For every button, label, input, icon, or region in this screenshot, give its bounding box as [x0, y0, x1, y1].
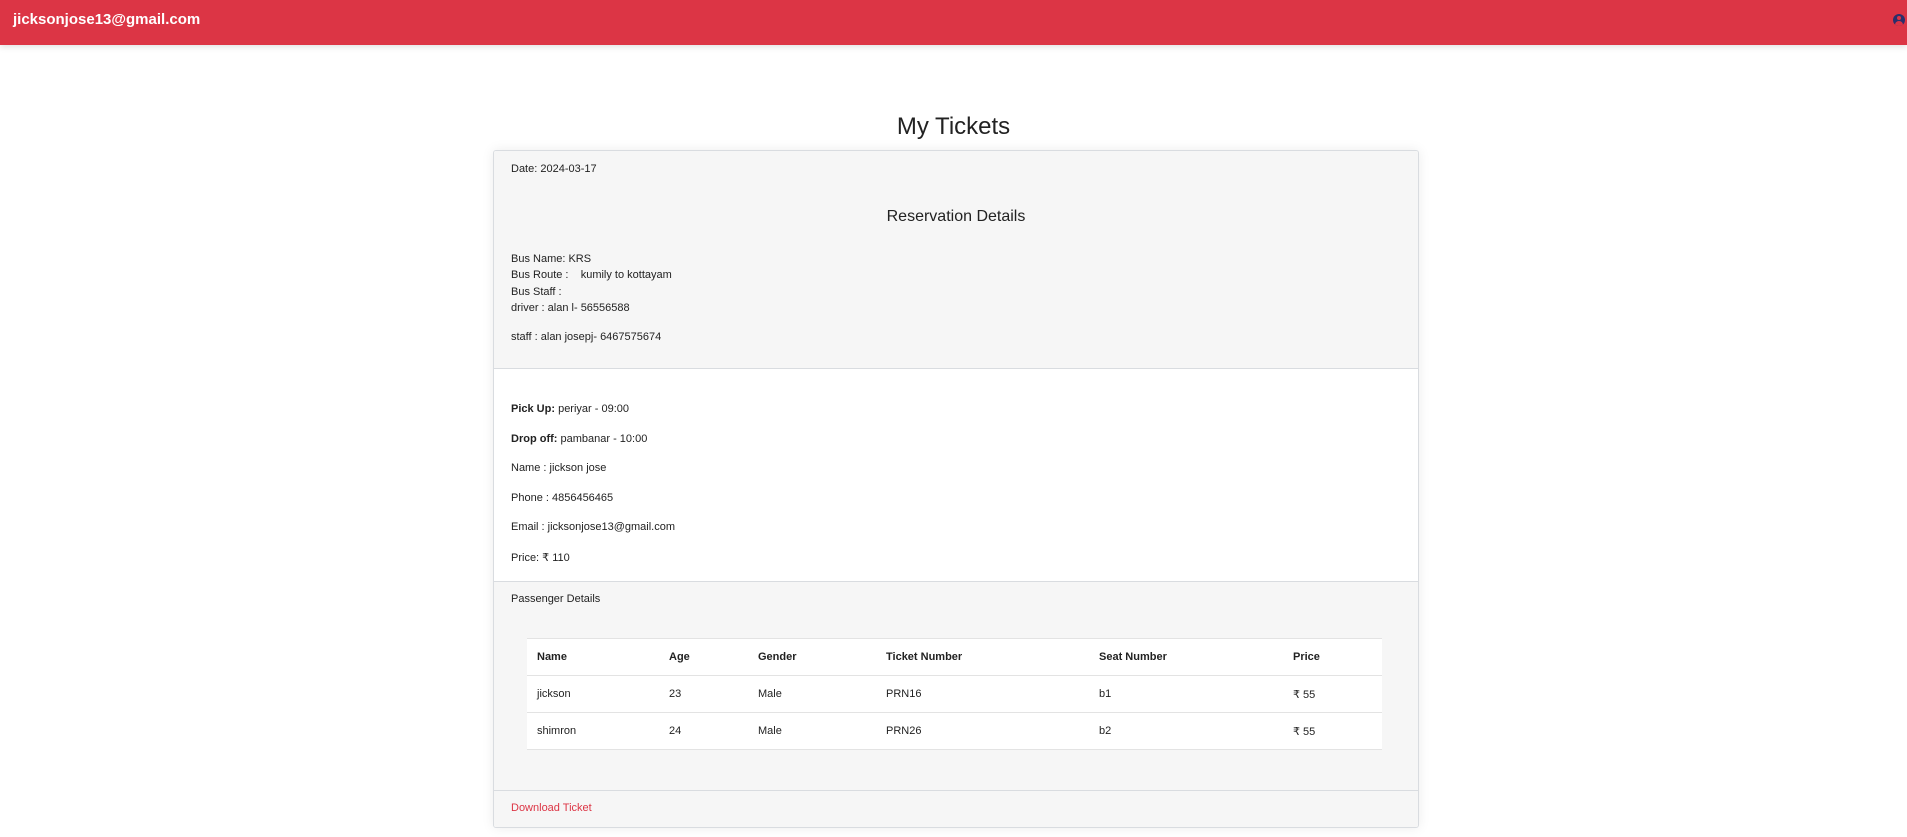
table-cell: ₹ 55: [1283, 712, 1382, 750]
table-cell: Male: [748, 712, 876, 750]
download-ticket-link[interactable]: Download Ticket: [511, 802, 592, 814]
top-navbar: jicksonjose13@gmail.com: [0, 0, 1907, 45]
table-header-row: Name Age Gender Ticket Number Seat Numbe…: [527, 638, 1382, 676]
card-footer: Download Ticket: [494, 791, 1418, 827]
table-cell: Male: [748, 675, 876, 713]
bus-name: Bus Name: KRS: [511, 253, 592, 265]
column-header: Age: [659, 638, 748, 676]
pickup-value: periyar - 09:00: [555, 403, 629, 415]
table-cell: 23: [659, 675, 748, 713]
ticket-date: Date: 2024-03-17: [511, 163, 597, 175]
user-email: jicksonjose13@gmail.com: [13, 11, 201, 28]
user-circle-icon[interactable]: [1893, 14, 1905, 26]
passenger-section: Passenger Details Name Age Gender Ticket…: [494, 582, 1418, 791]
table-cell: jickson: [527, 675, 659, 713]
driver-info: driver : alan l- 56556588: [511, 302, 630, 314]
column-header: Price: [1283, 638, 1382, 676]
booking-details: Pick Up: periyar - 09:00 Drop off: pamba…: [494, 369, 1418, 582]
bus-route: Bus Route : kumily to kottayam: [511, 269, 672, 281]
table-cell: b1: [1089, 675, 1283, 713]
dropoff-info: Drop off: pambanar - 10:00: [511, 433, 647, 445]
pickup-info: Pick Up: periyar - 09:00: [511, 403, 629, 415]
table-cell: 24: [659, 712, 748, 750]
total-price: Price: ₹ 110: [511, 552, 570, 564]
table-cell: b2: [1089, 712, 1283, 750]
passenger-details-heading: Passenger Details: [511, 593, 601, 605]
reservation-header: Date: 2024-03-17 Reservation Details Bus…: [494, 151, 1418, 369]
passenger-name: Name : jickson jose: [511, 462, 607, 474]
pickup-label: Pick Up:: [511, 403, 556, 415]
passenger-email: Email : jicksonjose13@gmail.com: [511, 521, 676, 533]
passenger-table: Name Age Gender Ticket Number Seat Numbe…: [527, 638, 1382, 750]
column-header: Ticket Number: [876, 638, 1089, 676]
staff-info: staff : alan josepj- 6467575674: [511, 331, 662, 343]
table-row: shimron 24 Male PRN26 b2 ₹ 55: [527, 712, 1382, 750]
passenger-phone: Phone : 4856456465: [511, 492, 614, 504]
table-cell: ₹ 55: [1283, 675, 1382, 713]
column-header: Name: [527, 638, 659, 676]
ticket-card: Date: 2024-03-17 Reservation Details Bus…: [493, 150, 1419, 828]
reservation-title: Reservation Details: [886, 208, 1026, 225]
column-header: Gender: [748, 638, 876, 676]
dropoff-label: Drop off:: [511, 433, 558, 445]
table-cell: shimron: [527, 712, 659, 750]
table-row: jickson 23 Male PRN16 b1 ₹ 55: [527, 675, 1382, 713]
table-cell: PRN26: [876, 712, 1089, 750]
bus-staff-label: Bus Staff :: [511, 286, 562, 298]
table-cell: PRN16: [876, 675, 1089, 713]
page-title: My Tickets: [896, 113, 1011, 140]
column-header: Seat Number: [1089, 638, 1283, 676]
dropoff-value: pambanar - 10:00: [557, 433, 648, 445]
